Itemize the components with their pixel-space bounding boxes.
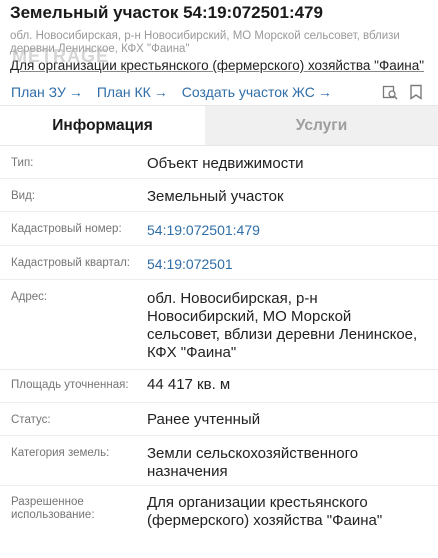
plan-kk-link[interactable]: План КК → xyxy=(97,84,168,100)
row-kind: Вид: Земельный участок xyxy=(0,179,438,212)
action-links: План ЗУ → План КК → Создать участок ЖС → xyxy=(0,80,438,104)
row-value: Для организации крестьянского (фермерско… xyxy=(147,494,383,529)
purpose-text: Для организации крестьянского (фермерско… xyxy=(10,58,425,73)
cadastral-quarter-link[interactable]: 54:19:072501 xyxy=(147,255,438,279)
row-value: Земли сельскохозяйственного назначения xyxy=(147,445,359,480)
row-label: Статус: xyxy=(11,414,51,426)
tab-bar: Информация Услуги xyxy=(0,105,438,146)
cadastral-number-link[interactable]: 54:19:072501:479 xyxy=(147,221,438,245)
row-label: Вид: xyxy=(11,190,35,202)
row-value: 44 417 кв. м xyxy=(147,376,231,393)
row-address: Адрес: обл. Новосибирская, р-н Новосибир… xyxy=(0,280,438,370)
header: Земельный участок 54:19:072501:479 обл. … xyxy=(0,0,438,73)
address-subtitle: обл. Новосибирская, р-н Новосибирский, М… xyxy=(10,30,400,55)
row-label: Разрешенное использование: xyxy=(11,496,95,521)
purpose-line: METRAGE Для организации крестьянского (ф… xyxy=(10,47,426,73)
bookmark-icon[interactable] xyxy=(406,82,426,102)
search-map-icon[interactable] xyxy=(380,82,400,102)
row-cadastral-quarter: Кадастровый квартал: 54:19:072501 xyxy=(0,246,438,280)
row-label: Кадастровый квартал: xyxy=(11,257,130,269)
tab-information[interactable]: Информация xyxy=(0,106,205,145)
arrow-right-icon: → xyxy=(68,84,83,100)
row-value: Объект недвижимости xyxy=(147,155,304,172)
row-label: Тип: xyxy=(11,157,34,169)
toolbar-icons xyxy=(374,82,426,102)
row-permitted-use: Разрешенное использование: Для организац… xyxy=(0,486,438,538)
row-land-category: Категория земель: Земли сельскохозяйстве… xyxy=(0,436,438,486)
plan-zu-label: План ЗУ xyxy=(11,84,66,100)
info-table: Тип: Объект недвижимости Вид: Земельный … xyxy=(0,146,438,538)
tab-services[interactable]: Услуги xyxy=(205,106,438,145)
row-type: Тип: Объект недвижимости xyxy=(0,146,438,179)
arrow-right-icon: → xyxy=(153,84,168,100)
row-label: Площадь уточненная: xyxy=(11,379,129,391)
row-value: обл. Новосибирская, р-н Новосибирский, М… xyxy=(147,290,418,361)
create-plot-link[interactable]: Создать участок ЖС → xyxy=(182,84,332,100)
arrow-right-icon: → xyxy=(317,84,332,100)
page-title: Земельный участок 54:19:072501:479 xyxy=(10,3,323,22)
row-label: Адрес: xyxy=(11,291,48,303)
row-area: Площадь уточненная: 44 417 кв. м xyxy=(0,370,438,403)
plan-kk-label: План КК xyxy=(96,84,151,100)
plan-zu-link[interactable]: План ЗУ → xyxy=(11,84,83,100)
row-status: Статус: Ранее учтенный xyxy=(0,403,438,436)
row-value: Ранее учтенный xyxy=(147,411,261,428)
row-label: Кадастровый номер: xyxy=(11,223,122,235)
row-label: Категория земель: xyxy=(11,447,110,459)
row-value: Земельный участок xyxy=(147,188,284,205)
row-cadastral-number: Кадастровый номер: 54:19:072501:479 xyxy=(0,212,438,246)
create-plot-label: Создать участок ЖС xyxy=(181,84,315,100)
